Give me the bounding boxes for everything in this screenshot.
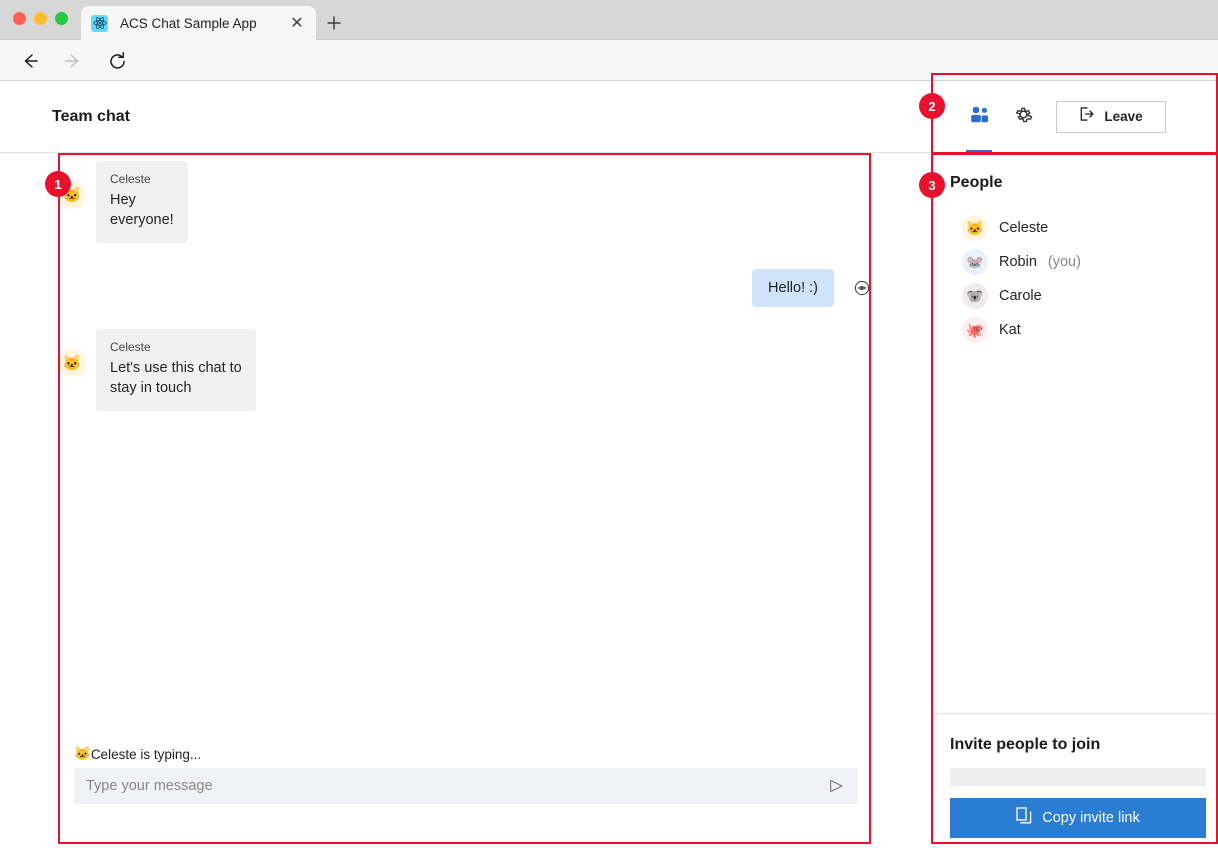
- message-area: 🐱 Celeste Hey everyone! Hello! :) 🐱 Cele…: [0, 153, 933, 848]
- app-body: Team chat Leave 🐱 Celeste Hey everyone! …: [0, 81, 1218, 848]
- tab-settings[interactable]: [1002, 81, 1044, 153]
- forward-button[interactable]: [60, 48, 86, 74]
- person-name: Celeste: [999, 220, 1049, 236]
- message-list[interactable]: 🐱 Celeste Hey everyone! Hello! :) 🐱 Cele…: [58, 161, 870, 781]
- people-icon: [969, 106, 990, 128]
- avatar: 🐱: [58, 349, 86, 377]
- message-item: 🐱 Celeste Hey everyone!: [58, 161, 870, 243]
- new-tab-button[interactable]: [324, 13, 344, 33]
- leave-button-label: Leave: [1104, 109, 1143, 124]
- send-arrow-icon[interactable]: [814, 768, 858, 804]
- message-sender: Celeste: [110, 172, 151, 186]
- browser-tab-bar: ACS Chat Sample App ✕: [0, 0, 1218, 40]
- person-name: Carole: [999, 288, 1042, 304]
- invite-section: Invite people to join Copy invite link: [934, 713, 1218, 848]
- typing-indicator: 🐱 Celeste is typing...: [74, 746, 201, 762]
- copy-invite-link-button[interactable]: Copy invite link: [950, 798, 1206, 838]
- person-you-suffix: (you): [1047, 254, 1081, 270]
- message-bubble: Celeste Hey everyone!: [96, 161, 188, 243]
- back-button[interactable]: [17, 48, 43, 74]
- avatar: 🐨: [962, 283, 988, 309]
- chat-header: Team chat: [0, 81, 933, 153]
- avatar: 🐱: [58, 181, 86, 209]
- message-sender: Celeste: [110, 340, 151, 354]
- message-item: Hello! :): [58, 269, 870, 307]
- message-composer: [74, 768, 858, 804]
- list-item[interactable]: 🐭 Robin (you): [962, 245, 1212, 279]
- minimize-window-button[interactable]: [34, 12, 47, 25]
- typing-avatar-emoji: 🐱: [74, 746, 91, 761]
- message-item: 🐱 Celeste Let's use this chat to stay in…: [58, 329, 870, 411]
- sign-out-icon: [1079, 106, 1095, 127]
- copy-icon: [1016, 807, 1032, 829]
- header-controls: Leave: [933, 81, 1218, 153]
- browser-tab[interactable]: ACS Chat Sample App ✕: [81, 6, 316, 40]
- page-title: Team chat: [52, 107, 130, 125]
- seen-eye-icon: [854, 280, 870, 296]
- tab-people[interactable]: [958, 81, 1000, 153]
- message-bubble: Celeste Let's use this chat to stay in t…: [96, 329, 256, 411]
- people-panel-title: People: [950, 174, 1003, 191]
- maximize-window-button[interactable]: [55, 12, 68, 25]
- person-name: Kat: [999, 322, 1021, 338]
- message-text: Hey everyone!: [110, 192, 174, 228]
- invite-link-field[interactable]: [950, 768, 1206, 786]
- person-name: Robin: [999, 254, 1037, 270]
- gear-icon: [1013, 104, 1034, 130]
- list-item[interactable]: 🐱 Celeste: [962, 211, 1212, 245]
- people-list: 🐱 Celeste 🐭 Robin (you) 🐨 Carole 🐙 Kat: [962, 211, 1212, 347]
- react-logo-icon: [91, 14, 108, 32]
- message-input[interactable]: [74, 768, 814, 804]
- browser-toolbar: Guest ? ···: [0, 40, 1218, 114]
- leave-button[interactable]: Leave: [1056, 100, 1166, 133]
- browser-window: ACS Chat Sample App ✕ Team chat Leave 🐱 …: [0, 0, 1218, 848]
- avatar: 🐭: [962, 249, 988, 275]
- list-item[interactable]: 🐨 Carole: [962, 279, 1212, 313]
- message-text: Let's use this chat to stay in touch: [110, 360, 242, 396]
- avatar: 🐱: [962, 215, 988, 241]
- message-bubble-outgoing: Hello! :): [752, 269, 834, 307]
- list-item[interactable]: 🐙 Kat: [962, 313, 1212, 347]
- reload-button[interactable]: [104, 48, 130, 74]
- people-panel: People 🐱 Celeste 🐭 Robin (you) 🐨 Carole: [933, 153, 1218, 848]
- close-icon[interactable]: ✕: [288, 14, 306, 32]
- close-window-button[interactable]: [13, 12, 26, 25]
- typing-text: Celeste is typing...: [90, 746, 202, 762]
- window-controls: [13, 12, 68, 25]
- browser-tab-title: ACS Chat Sample App: [120, 15, 257, 31]
- avatar: 🐙: [962, 317, 988, 343]
- invite-title: Invite people to join: [950, 736, 1101, 753]
- copy-invite-link-label: Copy invite link: [1042, 810, 1140, 826]
